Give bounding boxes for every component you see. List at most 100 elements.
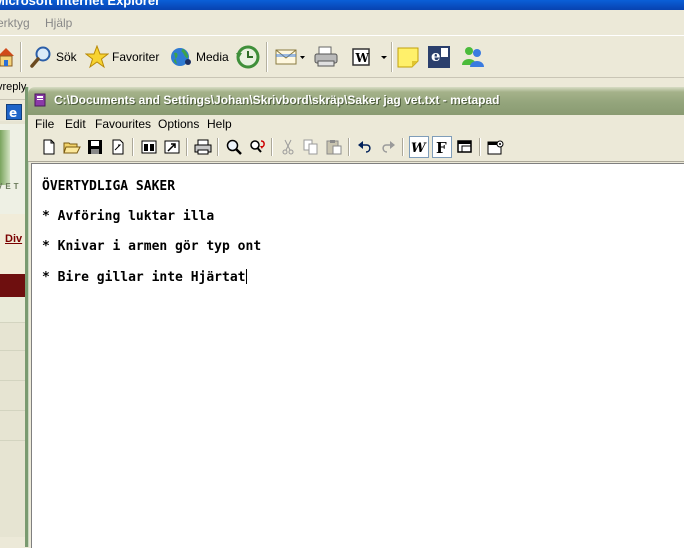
scissors-icon	[282, 139, 294, 155]
svg-text:F: F	[436, 139, 447, 155]
toolbar-separator	[479, 138, 481, 156]
save-disk-icon	[88, 140, 102, 154]
messenger-icon	[462, 47, 484, 67]
sticky-note-icon	[397, 47, 419, 68]
redo-button[interactable]	[378, 137, 398, 157]
settings-button[interactable]	[486, 137, 506, 157]
ie-toolbar-separator	[20, 42, 22, 72]
metapad-window: C:\Documents and Settings\Johan\Skrivbor…	[25, 87, 684, 548]
word-edit-icon: W	[352, 48, 387, 66]
binoculars-icon	[141, 140, 157, 154]
home-button[interactable]	[0, 42, 16, 72]
editor-text-line: * Knivar i armen gör typ ont	[42, 239, 262, 254]
statistics-button[interactable]	[139, 137, 159, 157]
svg-text:e: e	[9, 106, 17, 120]
editor-text-line: * Bire gillar inte Hjärtat	[42, 269, 247, 285]
media-button[interactable]: Media	[169, 42, 229, 72]
toolbar-separator	[132, 138, 134, 156]
metapad-menu-bar: File Edit Favourites Options Help	[28, 115, 684, 133]
ie-title-bar: Microsoft Internet Explorer	[0, 0, 684, 10]
ie-page-icon: e	[6, 104, 22, 120]
discuss-button[interactable]	[396, 42, 420, 72]
metapad-toolbar: W F	[28, 133, 684, 162]
messenger-button[interactable]	[460, 42, 486, 72]
font-toggle[interactable]: F	[432, 136, 452, 158]
metapad-window-title: C:\Documents and Settings\Johan\Skrivbor…	[54, 93, 500, 107]
paste-button[interactable]	[324, 137, 344, 157]
printer-icon	[314, 46, 338, 67]
settings-icon	[487, 140, 504, 155]
menu-help[interactable]: Help	[207, 117, 232, 131]
open-folder-icon	[63, 142, 81, 154]
toolbar-separator	[217, 138, 219, 156]
save-as-button[interactable]	[108, 137, 128, 157]
toolbar-separator	[271, 138, 273, 156]
menu-options[interactable]: Options	[158, 117, 199, 131]
search-button[interactable]: Sök	[29, 42, 77, 72]
print-document-button[interactable]	[193, 137, 213, 157]
ie-menu-bar: erktyg Hjälp	[0, 10, 684, 36]
ie-window-title: Microsoft Internet Explorer	[0, 0, 161, 8]
toolbar-separator	[348, 138, 350, 156]
printer-icon	[194, 139, 212, 155]
word-wrap-toggle[interactable]: W	[409, 136, 429, 158]
open-file-button[interactable]	[62, 137, 82, 157]
replace-button[interactable]	[247, 137, 267, 157]
search-label: Sök	[56, 50, 77, 64]
ie-toolbar-separator	[266, 42, 268, 72]
home-icon	[0, 48, 14, 67]
editor-heading-line: ÖVERTYDLIGA SAKER	[42, 179, 176, 194]
new-file-button[interactable]	[39, 137, 59, 157]
toolbar-separator	[186, 138, 188, 156]
launch-viewer-button[interactable]	[162, 137, 182, 157]
media-label: Media	[196, 50, 229, 64]
save-as-icon	[112, 139, 124, 155]
favorites-label: Favoriter	[112, 50, 160, 64]
favorites-button[interactable]: Favoriter	[85, 42, 159, 72]
star-icon	[85, 45, 109, 69]
history-clock-icon	[236, 45, 260, 69]
research-button[interactable]: e	[427, 42, 453, 72]
ie-toolbar: Sök Favoriter Media W e	[0, 36, 684, 78]
redo-icon	[382, 141, 395, 153]
metapad-title-bar[interactable]: C:\Documents and Settings\Johan\Skrivbor…	[28, 87, 684, 115]
find-button[interactable]	[224, 137, 244, 157]
svg-text:e: e	[431, 47, 441, 65]
ie-menu-tools[interactable]: erktyg	[0, 16, 30, 30]
copy-button[interactable]	[301, 137, 321, 157]
new-file-icon	[43, 139, 55, 155]
history-button[interactable]	[235, 42, 261, 72]
menu-file[interactable]: File	[35, 117, 54, 131]
metapad-text-editor[interactable]: ÖVERTYDLIGA SAKER * Avföring luktar illa…	[31, 163, 684, 548]
toolbar-separator	[402, 138, 404, 156]
save-button[interactable]	[85, 137, 105, 157]
print-button[interactable]	[313, 42, 339, 72]
ie-toolbar-separator	[391, 42, 393, 72]
find-replace-icon	[250, 140, 265, 153]
external-launch-icon	[164, 140, 180, 154]
paste-clipboard-icon	[326, 140, 342, 155]
mail-icon	[275, 49, 305, 65]
magnifier-icon	[226, 139, 242, 155]
ie-page-link[interactable]: Div	[5, 233, 22, 245]
font-icon: F	[436, 139, 447, 155]
undo-button[interactable]	[355, 137, 375, 157]
window-overlay-icon	[457, 140, 472, 153]
ie-page-logo-graphic	[0, 130, 10, 185]
svg-text:W: W	[411, 141, 427, 155]
cut-button[interactable]	[278, 137, 298, 157]
copy-icon	[303, 139, 318, 155]
mail-button[interactable]	[274, 42, 306, 72]
edit-word-button[interactable]: W	[350, 42, 392, 72]
globe-media-icon	[171, 48, 191, 66]
editor-text-line: * Avföring luktar illa	[42, 209, 215, 224]
transparency-button[interactable]	[455, 137, 475, 157]
ie-address-fragment: vreply	[0, 81, 27, 93]
undo-icon	[358, 141, 371, 153]
menu-favourites[interactable]: Favourites	[95, 117, 151, 131]
metapad-app-icon[interactable]	[34, 93, 47, 107]
ie-menu-help[interactable]: Hjälp	[45, 16, 72, 30]
menu-edit[interactable]: Edit	[65, 117, 86, 131]
svg-text:W: W	[355, 51, 370, 65]
editor-last-line-text: * Bire gillar inte Hjärtat	[42, 270, 246, 285]
